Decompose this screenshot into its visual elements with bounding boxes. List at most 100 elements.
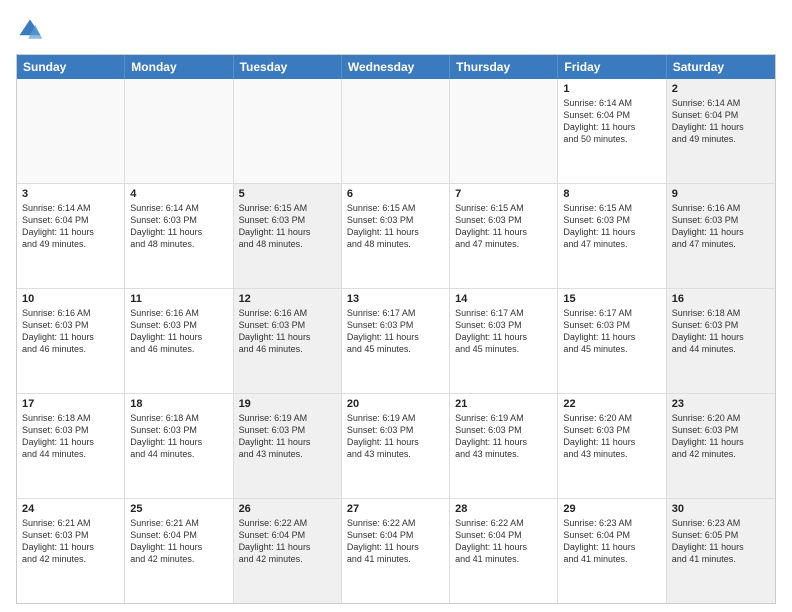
day-number: 1: [563, 83, 660, 95]
day-cell-3: 3 Sunrise: 6:14 AM Sunset: 6:04 PM Daylig…: [17, 184, 125, 288]
day-info: Sunrise: 6:14 AM Sunset: 6:04 PM Dayligh…: [563, 97, 660, 146]
header-day-tuesday: Tuesday: [234, 55, 342, 79]
day-cell-19: 19 Sunrise: 6:19 AM Sunset: 6:03 PM Dayli…: [234, 394, 342, 498]
day-number: 21: [455, 398, 552, 410]
day-cell-20: 20 Sunrise: 6:19 AM Sunset: 6:03 PM Dayli…: [342, 394, 450, 498]
header-day-monday: Monday: [125, 55, 233, 79]
day-cell-22: 22 Sunrise: 6:20 AM Sunset: 6:03 PM Dayli…: [558, 394, 666, 498]
day-number: 19: [239, 398, 336, 410]
day-cell-10: 10 Sunrise: 6:16 AM Sunset: 6:03 PM Dayli…: [17, 289, 125, 393]
day-cell-13: 13 Sunrise: 6:17 AM Sunset: 6:03 PM Dayli…: [342, 289, 450, 393]
day-cell-18: 18 Sunrise: 6:18 AM Sunset: 6:03 PM Dayli…: [125, 394, 233, 498]
day-info: Sunrise: 6:18 AM Sunset: 6:03 PM Dayligh…: [130, 412, 227, 461]
day-cell-29: 29 Sunrise: 6:23 AM Sunset: 6:04 PM Dayli…: [558, 499, 666, 603]
day-number: 8: [563, 188, 660, 200]
header-day-wednesday: Wednesday: [342, 55, 450, 79]
header-day-sunday: Sunday: [17, 55, 125, 79]
day-cell-8: 8 Sunrise: 6:15 AM Sunset: 6:03 PM Daylig…: [558, 184, 666, 288]
day-info: Sunrise: 6:16 AM Sunset: 6:03 PM Dayligh…: [22, 307, 119, 356]
day-info: Sunrise: 6:22 AM Sunset: 6:04 PM Dayligh…: [239, 517, 336, 566]
day-cell-2: 2 Sunrise: 6:14 AM Sunset: 6:04 PM Daylig…: [667, 79, 775, 183]
day-number: 30: [672, 503, 770, 515]
day-info: Sunrise: 6:15 AM Sunset: 6:03 PM Dayligh…: [239, 202, 336, 251]
day-cell-16: 16Sunrise: 6:18 AM Sunset: 6:03 PM Dayli…: [667, 289, 775, 393]
calendar-week-1: 1 Sunrise: 6:14 AM Sunset: 6:04 PM Daylig…: [17, 79, 775, 184]
header: [16, 16, 776, 44]
day-cell-28: 28Sunrise: 6:22 AM Sunset: 6:04 PM Dayli…: [450, 499, 558, 603]
day-info: Sunrise: 6:19 AM Sunset: 6:03 PM Dayligh…: [455, 412, 552, 461]
day-cell-25: 25Sunrise: 6:21 AM Sunset: 6:04 PM Dayli…: [125, 499, 233, 603]
day-info: Sunrise: 6:17 AM Sunset: 6:03 PM Dayligh…: [563, 307, 660, 356]
day-info: Sunrise: 6:17 AM Sunset: 6:03 PM Dayligh…: [455, 307, 552, 356]
day-number: 3: [22, 188, 119, 200]
day-info: Sunrise: 6:20 AM Sunset: 6:03 PM Dayligh…: [563, 412, 660, 461]
calendar: SundayMondayTuesdayWednesdayThursdayFrid…: [16, 54, 776, 604]
empty-cell: [234, 79, 342, 183]
day-info: Sunrise: 6:19 AM Sunset: 6:03 PM Dayligh…: [239, 412, 336, 461]
day-info: Sunrise: 6:14 AM Sunset: 6:04 PM Dayligh…: [672, 97, 770, 146]
day-info: Sunrise: 6:23 AM Sunset: 6:04 PM Dayligh…: [563, 517, 660, 566]
day-number: 22: [563, 398, 660, 410]
day-number: 14: [455, 293, 552, 305]
empty-cell: [17, 79, 125, 183]
day-info: Sunrise: 6:15 AM Sunset: 6:03 PM Dayligh…: [347, 202, 444, 251]
calendar-header: SundayMondayTuesdayWednesdayThursdayFrid…: [17, 55, 775, 79]
day-info: Sunrise: 6:21 AM Sunset: 6:03 PM Dayligh…: [22, 517, 119, 566]
day-number: 2: [672, 83, 770, 95]
day-number: 9: [672, 188, 770, 200]
day-info: Sunrise: 6:14 AM Sunset: 6:03 PM Dayligh…: [130, 202, 227, 251]
day-number: 26: [239, 503, 336, 515]
day-info: Sunrise: 6:17 AM Sunset: 6:03 PM Dayligh…: [347, 307, 444, 356]
day-number: 12: [239, 293, 336, 305]
day-info: Sunrise: 6:22 AM Sunset: 6:04 PM Dayligh…: [347, 517, 444, 566]
day-number: 23: [672, 398, 770, 410]
page: SundayMondayTuesdayWednesdayThursdayFrid…: [0, 0, 792, 612]
logo-icon: [16, 16, 44, 44]
logo: [16, 16, 48, 44]
header-day-saturday: Saturday: [667, 55, 775, 79]
day-number: 18: [130, 398, 227, 410]
day-cell-23: 23 Sunrise: 6:20 AM Sunset: 6:03 PM Dayli…: [667, 394, 775, 498]
day-cell-17: 17Sunrise: 6:18 AM Sunset: 6:03 PM Dayli…: [17, 394, 125, 498]
calendar-week-4: 17 Sunrise: 6:18 AM Sunset: 6:03 PM Dayli…: [17, 394, 775, 499]
day-info: Sunrise: 6:16 AM Sunset: 6:03 PM Dayligh…: [672, 202, 770, 251]
day-cell-21: 21 Sunrise: 6:19 AM Sunset: 6:03 PM Dayli…: [450, 394, 558, 498]
day-cell-24: 24 Sunrise: 6:21 AM Sunset: 6:03 PM Dayli…: [17, 499, 125, 603]
day-info: Sunrise: 6:14 AM Sunset: 6:04 PM Dayligh…: [22, 202, 119, 251]
day-info: Sunrise: 6:22 AM Sunset: 6:04 PM Dayligh…: [455, 517, 552, 566]
day-info: Sunrise: 6:19 AM Sunset: 6:03 PM Dayligh…: [347, 412, 444, 461]
empty-cell: [342, 79, 450, 183]
day-info: Sunrise: 6:18 AM Sunset: 6:03 PM Dayligh…: [672, 307, 770, 356]
day-cell-1: 1 Sunrise: 6:14 AM Sunset: 6:04 PM Daylig…: [558, 79, 666, 183]
day-info: Sunrise: 6:15 AM Sunset: 6:03 PM Dayligh…: [455, 202, 552, 251]
day-number: 7: [455, 188, 552, 200]
day-number: 29: [563, 503, 660, 515]
day-cell-15: 15 Sunrise: 6:17 AM Sunset: 6:03 PM Dayli…: [558, 289, 666, 393]
calendar-week-2: 3 Sunrise: 6:14 AM Sunset: 6:04 PM Daylig…: [17, 184, 775, 289]
day-info: Sunrise: 6:15 AM Sunset: 6:03 PM Dayligh…: [563, 202, 660, 251]
day-number: 11: [130, 293, 227, 305]
day-cell-27: 27 Sunrise: 6:22 AM Sunset: 6:04 PM Dayli…: [342, 499, 450, 603]
day-number: 20: [347, 398, 444, 410]
empty-cell: [450, 79, 558, 183]
day-number: 17: [22, 398, 119, 410]
header-day-friday: Friday: [558, 55, 666, 79]
day-cell-30: 30 Sunrise: 6:23 AM Sunset: 6:05 PM Dayli…: [667, 499, 775, 603]
day-info: Sunrise: 6:16 AM Sunset: 6:03 PM Dayligh…: [239, 307, 336, 356]
day-number: 13: [347, 293, 444, 305]
day-cell-11: 11Sunrise: 6:16 AM Sunset: 6:03 PM Dayli…: [125, 289, 233, 393]
calendar-week-5: 24 Sunrise: 6:21 AM Sunset: 6:03 PM Dayli…: [17, 499, 775, 603]
day-number: 10: [22, 293, 119, 305]
day-number: 6: [347, 188, 444, 200]
calendar-week-3: 10 Sunrise: 6:16 AM Sunset: 6:03 PM Dayli…: [17, 289, 775, 394]
calendar-body: 1 Sunrise: 6:14 AM Sunset: 6:04 PM Daylig…: [17, 79, 775, 603]
day-info: Sunrise: 6:23 AM Sunset: 6:05 PM Dayligh…: [672, 517, 770, 566]
day-cell-9: 9 Sunrise: 6:16 AM Sunset: 6:03 PM Daylig…: [667, 184, 775, 288]
day-number: 27: [347, 503, 444, 515]
day-number: 24: [22, 503, 119, 515]
day-number: 4: [130, 188, 227, 200]
day-number: 15: [563, 293, 660, 305]
empty-cell: [125, 79, 233, 183]
day-info: Sunrise: 6:20 AM Sunset: 6:03 PM Dayligh…: [672, 412, 770, 461]
day-cell-4: 4 Sunrise: 6:14 AM Sunset: 6:03 PM Daylig…: [125, 184, 233, 288]
